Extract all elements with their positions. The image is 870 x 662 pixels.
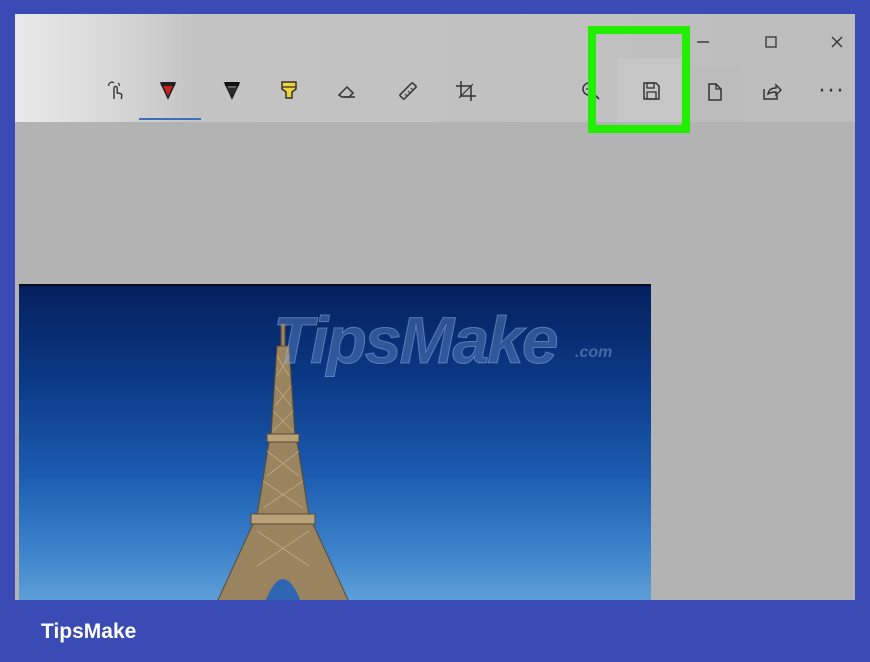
crop-button[interactable] (446, 71, 486, 111)
minimize-icon (697, 41, 709, 43)
more-options-button[interactable]: ··· (812, 71, 852, 111)
close-icon (831, 36, 843, 48)
minimize-button[interactable] (685, 27, 721, 57)
copy-icon (708, 83, 722, 101)
save-button-highlight (588, 26, 690, 133)
copy-button[interactable] (695, 71, 735, 111)
active-tool-indicator (139, 118, 201, 120)
crop-icon (456, 81, 476, 101)
touch-writing-button[interactable] (97, 71, 137, 111)
pencil-button[interactable] (212, 71, 252, 111)
ruler-button[interactable] (388, 71, 428, 111)
toolbar: ··· (15, 14, 855, 134)
brand-label: TipsMake (41, 620, 137, 643)
more-options-icon: ··· (818, 78, 846, 104)
touch-writing-icon (108, 81, 123, 100)
ruler-icon (399, 82, 417, 100)
sketch-app-window: ··· TipsMake .com (15, 14, 855, 600)
watermark-suffix: .com (575, 344, 613, 361)
eraser-icon (337, 85, 355, 98)
maximize-button[interactable] (753, 27, 789, 57)
highlighter-icon (281, 81, 297, 99)
highlighter-button[interactable] (269, 71, 309, 111)
eraser-button[interactable] (327, 71, 367, 111)
ballpoint-pen-button[interactable] (148, 71, 188, 111)
close-button[interactable] (819, 27, 855, 57)
maximize-icon (765, 36, 777, 48)
share-button[interactable] (752, 71, 792, 111)
share-icon (763, 83, 782, 100)
pencil-icon (223, 82, 241, 100)
ballpoint-pen-icon (159, 82, 177, 100)
watermark-logo: TipsMake (273, 303, 560, 378)
